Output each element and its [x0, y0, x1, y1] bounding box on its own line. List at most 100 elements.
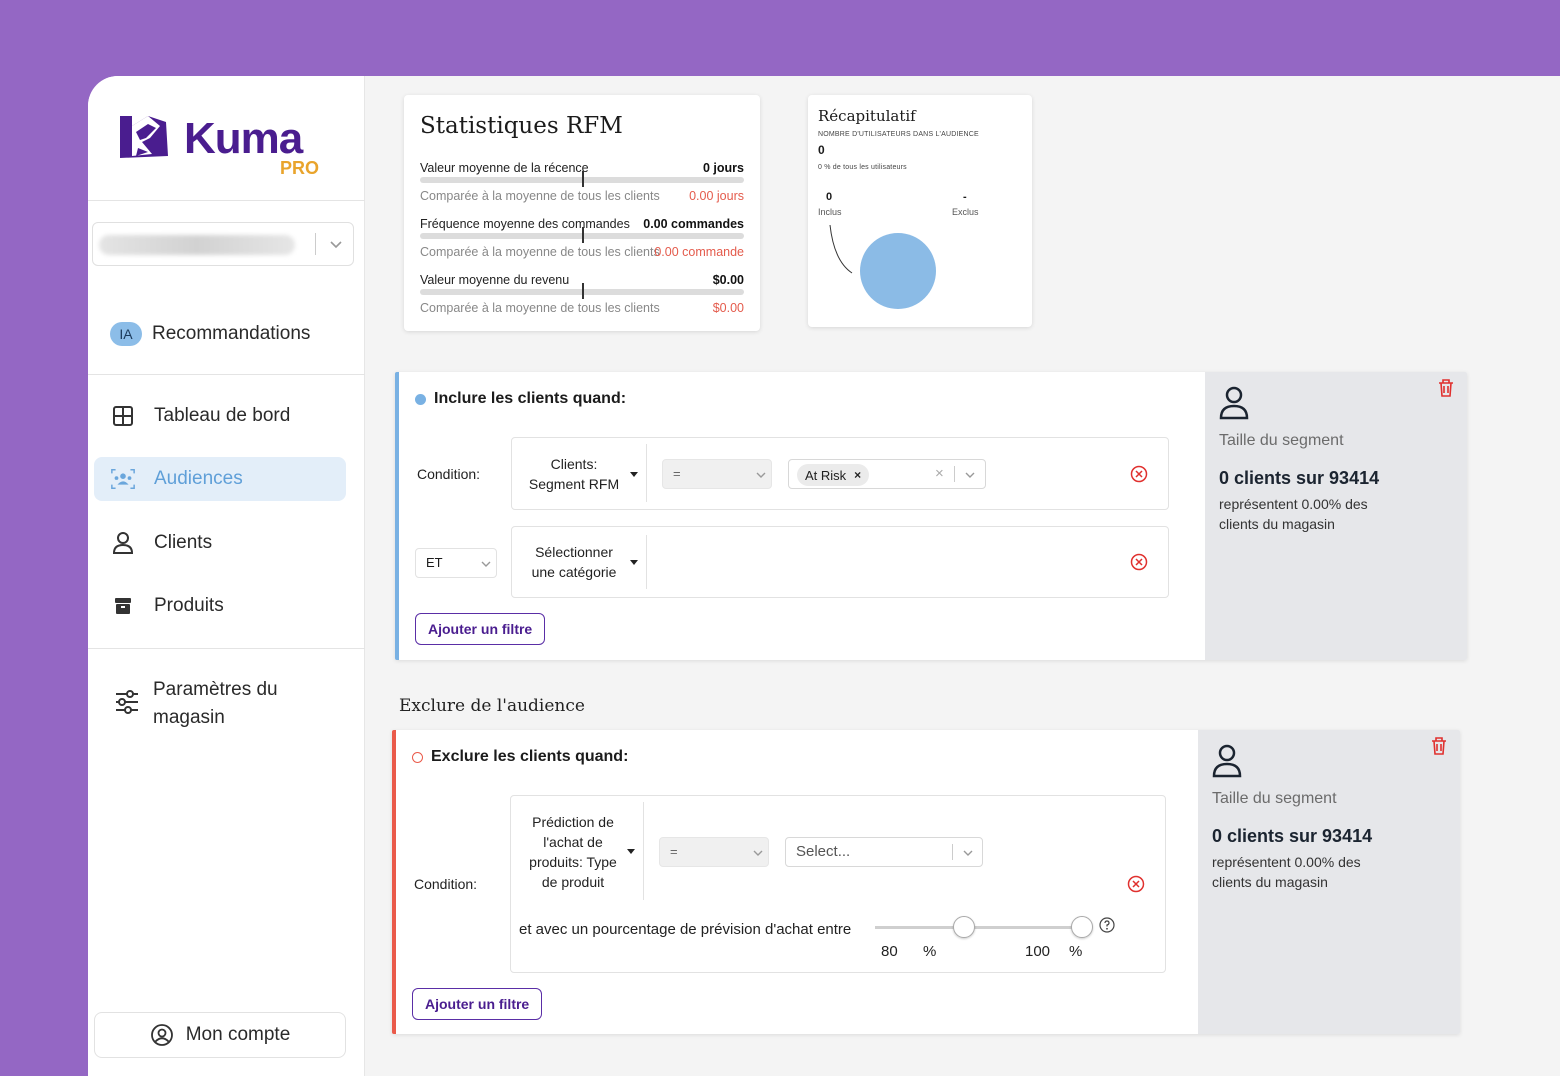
person-icon: [1212, 744, 1242, 778]
include-header-label: Inclure les clients quand:: [434, 390, 627, 407]
segment-count: 0 clients sur 93414: [1212, 826, 1373, 846]
sidebar-item-label: Produits: [154, 595, 224, 616]
value-select[interactable]: Select...: [785, 837, 983, 867]
segment-description: représentent 0.00% des clients du magasi…: [1219, 496, 1368, 532]
sidebar-item-products[interactable]: Produits: [94, 584, 346, 628]
rfm-row-revenue: Valeur moyenne du revenu $0.00 Comparée …: [420, 273, 744, 323]
remove-condition-icon[interactable]: [1127, 875, 1145, 893]
field-dropdown[interactable]: Clients: Segment RFM: [512, 438, 646, 509]
condition-label: Condition:: [414, 876, 478, 892]
field-dropdown[interactable]: Prédiction de l'achat de produits: Type …: [511, 796, 643, 906]
sidebar-item-clients[interactable]: Clients: [94, 521, 346, 565]
range-slider-min-handle[interactable]: [953, 916, 975, 938]
category-dropdown[interactable]: Sélectionner une catégorie: [512, 527, 646, 597]
include-segment-card: Inclure les clients quand: Condition: Cl…: [395, 372, 1467, 660]
sidebar-item-audiences[interactable]: Audiences: [94, 457, 346, 501]
exclude-status-dot: [412, 751, 423, 763]
category-placeholder: Sélectionner une catégorie: [531, 544, 617, 580]
rfm-row-recency: Valeur moyenne de la récence 0 jours Com…: [420, 161, 744, 211]
value-chip[interactable]: At Risk ×: [797, 464, 870, 486]
add-filter-button[interactable]: Ajouter un filtre: [415, 613, 546, 645]
help-icon[interactable]: [1099, 917, 1115, 933]
sidebar-divider: [88, 200, 365, 201]
logic-operator-value: ET: [426, 555, 443, 570]
rfm-stats-card: Statistiques RFM Valeur moyenne de la ré…: [404, 95, 760, 331]
kuma-logo[interactable]: Kuma PRO: [118, 110, 328, 180]
person-icon: [1219, 386, 1249, 420]
range-min-unit: %: [923, 943, 937, 960]
sidebar-item-store-settings[interactable]: Paramètres du magasin: [110, 676, 350, 736]
brand-name: Kuma: [184, 114, 303, 163]
condition-label: Condition:: [417, 466, 481, 482]
value-multiselect[interactable]: At Risk × ×: [788, 459, 986, 489]
exclude-segment-card: Exclure les clients quand: Condition: Pr…: [392, 730, 1460, 1034]
include-segment-summary: Taille du segment 0 clients sur 93414 re…: [1205, 372, 1467, 660]
recap-users-value: 0: [818, 143, 825, 157]
chevron-down-icon: [481, 561, 491, 567]
chevron-down-icon: [963, 850, 973, 856]
recap-percent-label: 0 % de tous les utilisateurs: [818, 164, 907, 171]
rfm-compare-label: Comparée à la moyenne de tous les client…: [420, 301, 660, 315]
audience-icon: [110, 466, 136, 492]
select-separator: [315, 233, 316, 255]
box-icon: [110, 593, 136, 619]
add-filter-button[interactable]: Ajouter un filtre: [412, 988, 543, 1020]
store-selector[interactable]: [92, 222, 354, 266]
chip-remove-icon[interactable]: ×: [854, 468, 861, 482]
range-max-unit: %: [1069, 943, 1083, 960]
remove-condition-icon[interactable]: [1130, 465, 1148, 483]
field-separator: [646, 444, 647, 502]
select-separator: [952, 844, 953, 860]
range-min-value: 80: [881, 943, 898, 960]
store-name-blurred: [99, 235, 295, 255]
exclude-header: Exclure les clients quand:: [412, 748, 628, 766]
range-max-value: 100: [1025, 943, 1051, 960]
rfm-compare-value: 0.00 commande: [654, 245, 744, 259]
audience-pie-chart: [829, 224, 936, 309]
rfm-compare-value: $0.00: [712, 301, 744, 315]
clear-icon[interactable]: ×: [935, 465, 944, 482]
recap-card: Récapitulatif NOMBRE D'UTILISATEURS DANS…: [808, 95, 1032, 327]
caret-down-icon: [630, 472, 638, 477]
caret-down-icon: [627, 849, 635, 854]
operator-select[interactable]: =: [659, 837, 769, 867]
rfm-row-label: Fréquence moyenne des commandes: [420, 217, 630, 231]
include-condition-row-2: Sélectionner une catégorie: [511, 526, 1169, 598]
logic-operator-select[interactable]: ET: [415, 548, 497, 578]
value-placeholder: Select...: [796, 843, 851, 860]
rfm-title: Statistiques RFM: [420, 113, 623, 139]
sidebar-item-dashboard[interactable]: Tableau de bord: [94, 394, 346, 438]
field-separator: [646, 535, 647, 589]
exclude-condition-row: Prédiction de l'achat de produits: Type …: [510, 795, 1166, 973]
user-circle-icon: [150, 1024, 173, 1046]
trash-icon[interactable]: [1430, 736, 1448, 756]
chevron-down-icon: [756, 472, 766, 478]
pie-slice-included: [860, 233, 936, 309]
field-separator: [643, 802, 644, 900]
account-button[interactable]: Mon compte: [94, 1012, 346, 1058]
sidebar-item-label: Tableau de bord: [154, 405, 291, 426]
exclude-section-title: Exclure de l'audience: [399, 696, 585, 716]
operator-select[interactable]: =: [662, 459, 772, 489]
recap-excluded-value: -: [963, 191, 967, 203]
sidebar-item-label: Clients: [154, 532, 213, 553]
range-slider-track[interactable]: [875, 926, 1085, 929]
rfm-row-frequency: Fréquence moyenne des commandes 0.00 com…: [420, 217, 744, 267]
include-condition-row: Clients: Segment RFM = At Risk × ×: [511, 437, 1169, 510]
kuma-logo-icon: [120, 116, 168, 158]
trash-icon[interactable]: [1437, 378, 1455, 398]
segment-description: représentent 0.00% des clients du magasi…: [1212, 854, 1361, 890]
rfm-row-value: 0.00 commandes: [643, 217, 744, 231]
range-slider-max-handle[interactable]: [1071, 916, 1093, 938]
remove-condition-icon[interactable]: [1130, 553, 1148, 571]
include-status-dot: [415, 393, 426, 405]
range-text: et avec un pourcentage de prévision d'ac…: [519, 921, 852, 938]
recap-title: Récapitulatif: [818, 107, 916, 125]
field-value: Clients: Segment RFM: [528, 456, 620, 492]
exclude-header-label: Exclure les clients quand:: [431, 748, 629, 765]
segment-size-title: Taille du segment: [1219, 432, 1344, 449]
include-header: Inclure les clients quand:: [415, 390, 626, 408]
sidebar-item-label: Paramètres du magasin: [153, 679, 278, 728]
grid-icon: [110, 403, 136, 429]
rfm-row-label: Valeur moyenne de la récence: [420, 161, 589, 175]
